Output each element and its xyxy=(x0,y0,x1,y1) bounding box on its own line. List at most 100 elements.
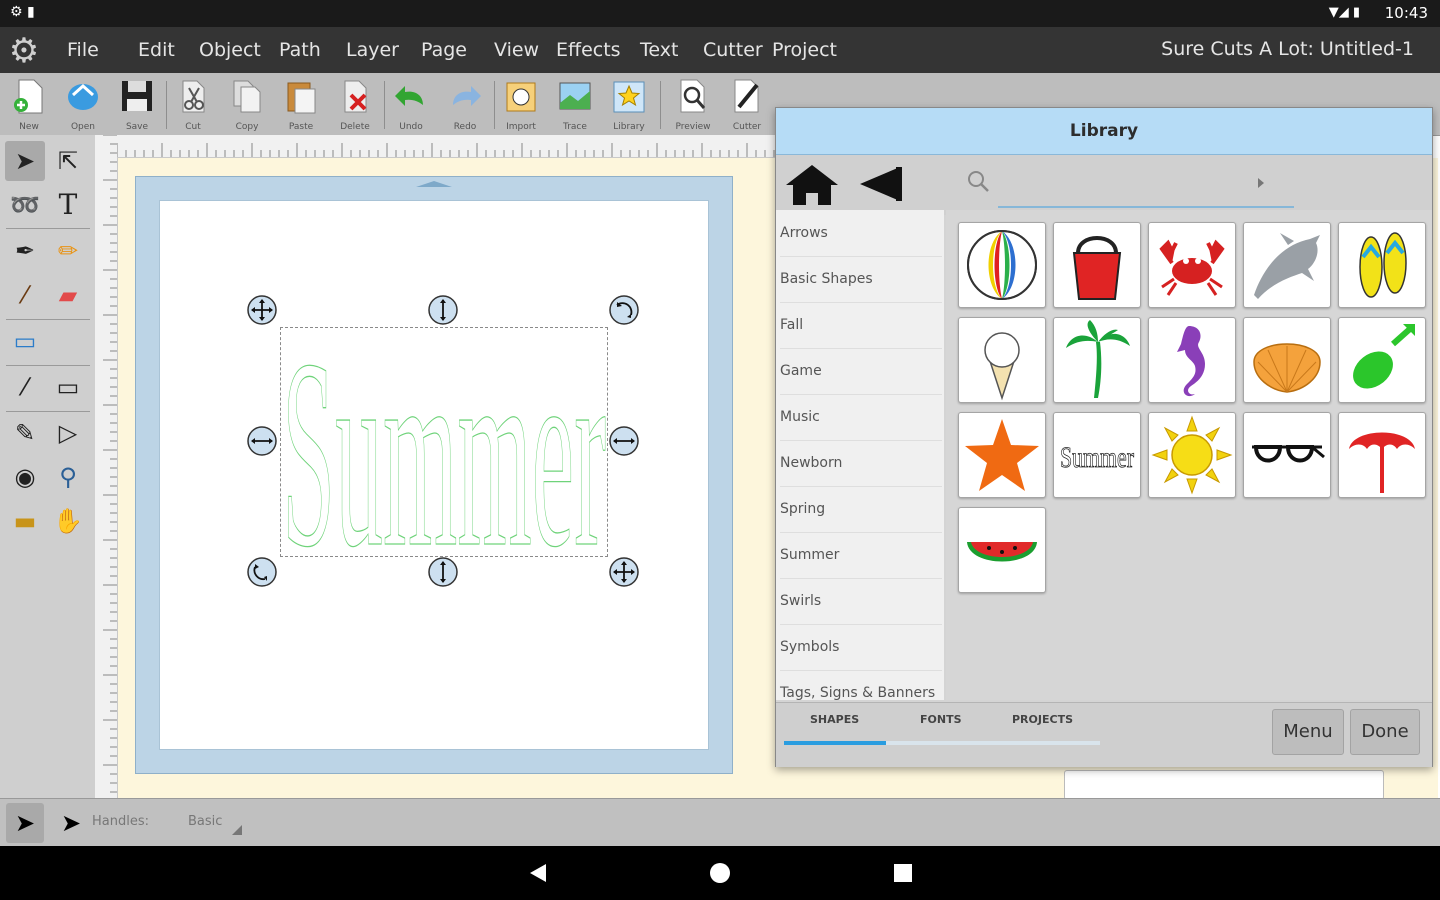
back-nav-icon[interactable] xyxy=(528,862,548,884)
shape-beach-ball[interactable] xyxy=(958,222,1046,308)
select-arrow-icon[interactable]: ➤ xyxy=(5,141,45,181)
shape-watermelon[interactable] xyxy=(958,507,1046,593)
seahorse-icon xyxy=(1177,326,1205,397)
copy-button[interactable]: Copy xyxy=(222,75,272,133)
eraser-icon[interactable]: ▰ xyxy=(48,275,88,315)
lasso-icon[interactable]: ➿ xyxy=(5,185,45,225)
category-item[interactable]: Tags, Signs & Banners xyxy=(780,670,942,700)
category-item[interactable]: Fall xyxy=(780,302,942,349)
save-button[interactable]: Save xyxy=(112,75,162,133)
recents-nav-icon[interactable] xyxy=(893,863,913,883)
shape-dolphin[interactable] xyxy=(1243,222,1331,308)
tab-fonts[interactable]: FONTS xyxy=(920,713,962,726)
category-item[interactable]: Summer xyxy=(780,532,942,579)
menu-path[interactable]: Path xyxy=(279,39,321,61)
menu-text[interactable]: Text xyxy=(640,39,678,61)
summer-text-object[interactable]: Summer xyxy=(276,318,612,562)
brush-icon[interactable]: ⁄ xyxy=(5,275,45,315)
category-item[interactable]: Music xyxy=(780,394,942,441)
hand-icon[interactable]: ✋ xyxy=(48,501,88,541)
status-time: 10:43 xyxy=(1384,4,1428,22)
shape-umbrella[interactable] xyxy=(1338,412,1426,498)
select-arrow-icon[interactable]: ➤ xyxy=(6,803,44,843)
eyedropper-icon[interactable]: ⁄ xyxy=(5,367,45,407)
home-nav-icon[interactable] xyxy=(709,862,731,884)
handle-vertical-icon[interactable] xyxy=(428,295,458,325)
menu-cutter[interactable]: Cutter xyxy=(703,39,763,61)
menu-button[interactable]: Menu xyxy=(1272,709,1344,755)
menu-project[interactable]: Project xyxy=(772,39,837,61)
home-icon[interactable] xyxy=(782,161,842,207)
library-search-input[interactable] xyxy=(998,169,1272,199)
delete-button[interactable]: Delete xyxy=(330,75,380,133)
preview-button[interactable]: Preview xyxy=(668,75,718,133)
search-arrow-icon[interactable] xyxy=(1256,177,1266,189)
transform-icon[interactable]: ▷ xyxy=(48,413,88,453)
shape-summer-text[interactable]: Summer xyxy=(1053,412,1141,498)
tools-separator xyxy=(6,319,90,320)
category-item[interactable]: Spring xyxy=(780,486,942,533)
node-arrow-icon[interactable]: ➤ xyxy=(54,803,88,843)
menu-edit[interactable]: Edit xyxy=(138,39,175,61)
handle-horizontal-icon[interactable] xyxy=(609,426,639,456)
undo-button[interactable]: Undo xyxy=(386,75,436,133)
mat-arrow-icon xyxy=(416,181,452,187)
shape-sun[interactable] xyxy=(1148,412,1236,498)
trace-button[interactable]: Trace xyxy=(550,75,600,133)
handles-select[interactable]: Basic xyxy=(188,814,222,829)
gear-icon[interactable]: ⚙ xyxy=(4,31,44,71)
menu-effects[interactable]: Effects xyxy=(556,39,621,61)
knife-icon[interactable]: ✎ xyxy=(5,413,45,453)
shape-bucket[interactable] xyxy=(1053,222,1141,308)
shape-seashell[interactable] xyxy=(1243,317,1331,403)
done-button[interactable]: Done xyxy=(1350,709,1420,755)
category-item[interactable]: Swirls xyxy=(780,578,942,625)
tab-shapes[interactable]: SHAPES xyxy=(810,713,859,726)
category-item[interactable]: Newborn xyxy=(780,440,942,487)
shape-grid: Summer xyxy=(946,210,1432,700)
shape-starfish[interactable] xyxy=(958,412,1046,498)
shape-glasses[interactable] xyxy=(1243,412,1331,498)
tab-projects[interactable]: PROJECTS xyxy=(1012,713,1073,726)
cutter-button[interactable]: Cutter xyxy=(722,75,772,133)
menu-page[interactable]: Page xyxy=(421,39,467,61)
handle-move-icon[interactable] xyxy=(247,295,277,325)
category-item[interactable]: Basic Shapes xyxy=(780,256,942,303)
text-tool-icon[interactable]: T xyxy=(48,185,88,225)
zoom-icon[interactable]: ⚲ xyxy=(48,457,88,497)
shape-crab[interactable] xyxy=(1148,222,1236,308)
back-triangle-icon[interactable] xyxy=(856,163,906,205)
gradient-icon[interactable]: ▭ xyxy=(48,367,88,407)
redo-button[interactable]: Redo xyxy=(440,75,490,133)
category-list[interactable]: Arrows Basic Shapes Fall Game Music Newb… xyxy=(776,210,944,700)
handle-vertical-icon[interactable] xyxy=(428,557,458,587)
shape-ice-cream[interactable] xyxy=(958,317,1046,403)
menu-file[interactable]: File xyxy=(67,39,99,61)
cut-button[interactable]: Cut xyxy=(168,75,218,133)
category-item[interactable]: Arrows xyxy=(780,210,942,257)
contour-icon[interactable]: ◉ xyxy=(5,457,45,497)
ruler-icon[interactable]: ▬ xyxy=(5,501,45,541)
category-item[interactable]: Game xyxy=(780,348,942,395)
handle-horizontal-icon[interactable] xyxy=(247,426,277,456)
handle-move-icon[interactable] xyxy=(609,557,639,587)
shape-flip-flops[interactable] xyxy=(1338,222,1426,308)
pencil-icon[interactable]: ✏ xyxy=(48,231,88,271)
rectangle-tool-icon[interactable]: ▭ xyxy=(5,321,45,361)
menu-object[interactable]: Object xyxy=(199,39,261,61)
handle-rotate-icon[interactable] xyxy=(609,295,639,325)
handle-rotate-icon[interactable] xyxy=(247,557,277,587)
paste-button[interactable]: Paste xyxy=(276,75,326,133)
pen-icon[interactable]: ✒ xyxy=(5,231,45,271)
category-item[interactable]: Symbols xyxy=(780,624,942,671)
shape-shovel[interactable] xyxy=(1338,317,1426,403)
open-button[interactable]: Open xyxy=(58,75,108,133)
library-button[interactable]: Library xyxy=(604,75,654,133)
import-button[interactable]: Import xyxy=(496,75,546,133)
menu-layer[interactable]: Layer xyxy=(346,39,399,61)
shape-seahorse[interactable] xyxy=(1148,317,1236,403)
menu-view[interactable]: View xyxy=(494,39,539,61)
shape-palm-tree[interactable] xyxy=(1053,317,1141,403)
node-select-arrow-icon[interactable]: ⇱ xyxy=(48,141,88,181)
new-button[interactable]: New xyxy=(4,75,54,133)
